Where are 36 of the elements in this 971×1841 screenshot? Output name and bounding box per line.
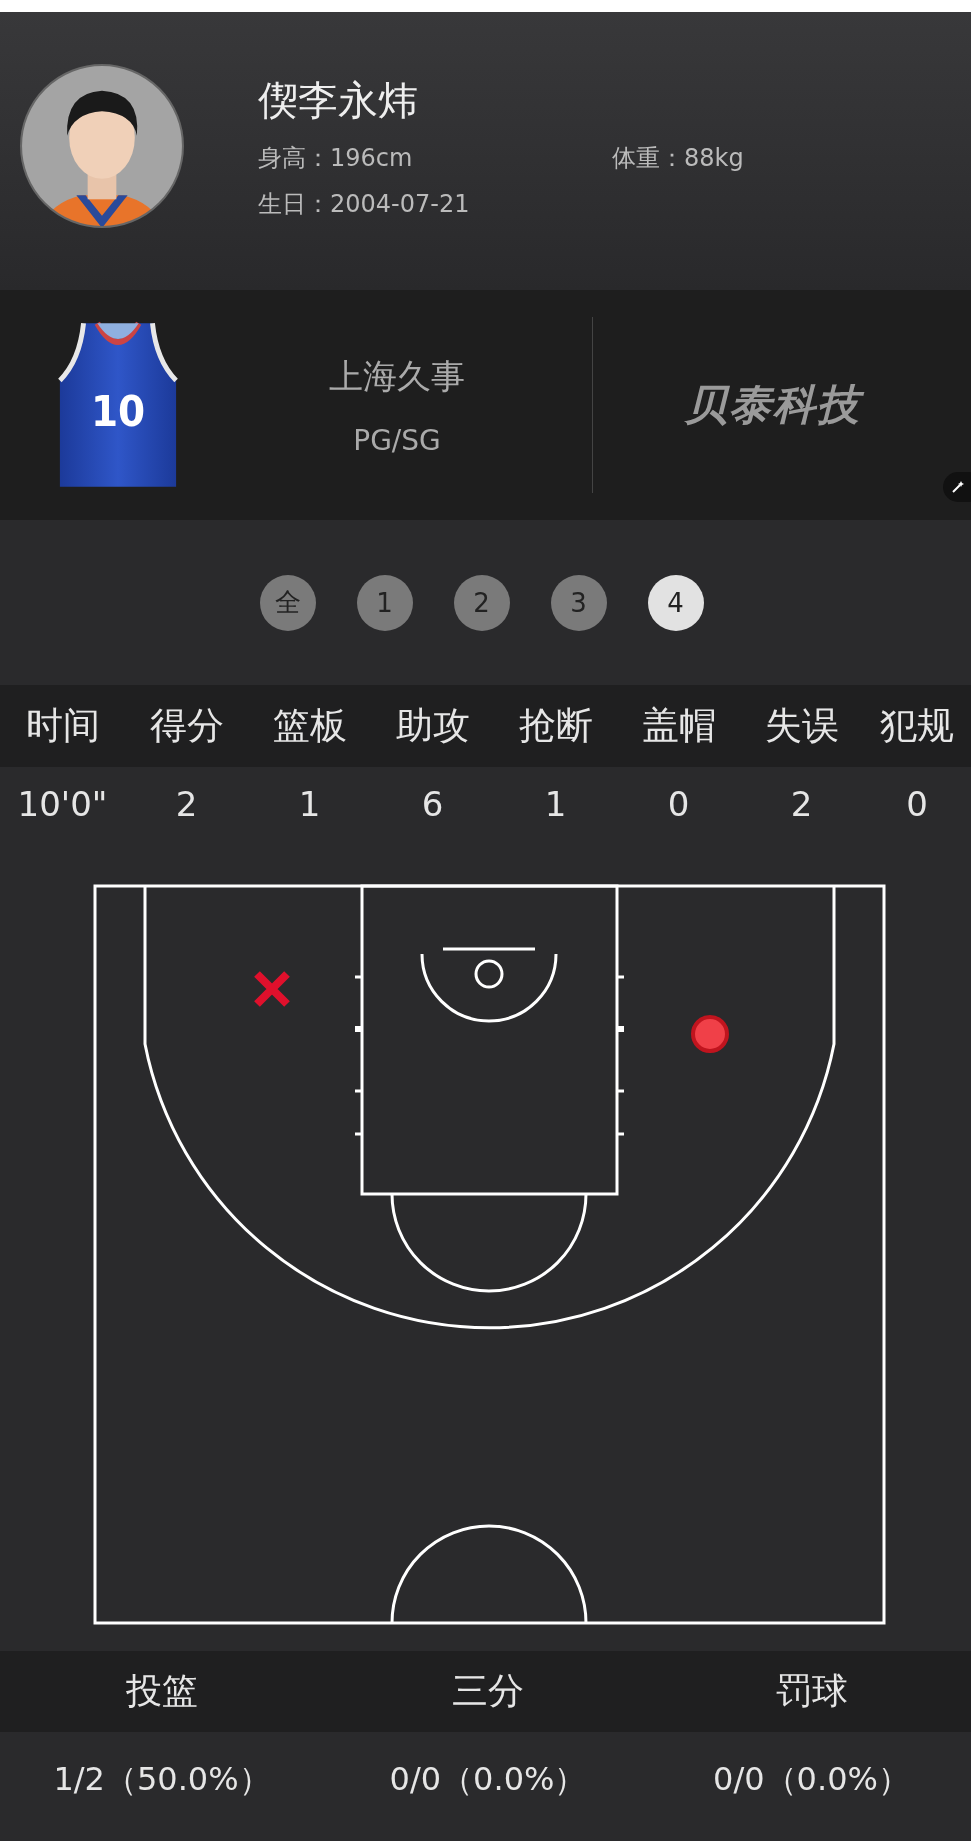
table-cell-text: 0 [666,784,691,824]
team-name: 上海久事 [329,354,465,398]
birthday-text: 生日：2004-07-21 [258,188,471,220]
column-header: 犯规 [879,703,955,749]
column-header: 罚球 [774,1669,849,1713]
column-header: 时间 [24,703,101,749]
wand-icon [951,480,965,494]
period-tab[interactable]: 全 [259,574,316,631]
edit-button[interactable] [943,472,971,502]
table-cell-text: 6 [420,784,445,824]
table-cell-text: 0/0（0.0%） [388,1758,588,1800]
column-header: 投篮 [125,1669,199,1713]
player-position: PG/SG [353,423,441,457]
period-tab[interactable]: 3 [550,574,607,631]
height-text: 身高：196cm [258,142,414,174]
column-header: 失误 [763,703,840,749]
column-header: 抢断 [517,703,594,749]
column-header: 盖帽 [640,703,717,749]
weight-text: 体重：88kg [612,142,744,174]
table-cell-text: 1 [543,784,568,824]
table-cell-text: 1 [297,784,322,824]
column-header: 篮板 [271,703,348,749]
period-tab[interactable]: 4 [647,574,704,631]
column-header: 助攻 [394,703,471,749]
column-header: 得分 [148,703,225,749]
jersey-number: 10 [90,385,146,436]
player-name: 偰李永炜 [258,75,419,125]
table-cell-text: 0/0（0.0%） [712,1758,911,1800]
table-cell-text: 2 [789,784,814,824]
table-cell-text: 0 [905,784,929,824]
period-tab[interactable]: 1 [356,574,413,631]
table-cell-text: 1/2（50.0%） [52,1758,272,1800]
period-tab[interactable]: 2 [453,574,510,631]
column-header: 三分 [451,1669,525,1713]
table-cell-text: 2 [174,784,199,824]
table-cell-text: 10'0" [16,784,109,824]
